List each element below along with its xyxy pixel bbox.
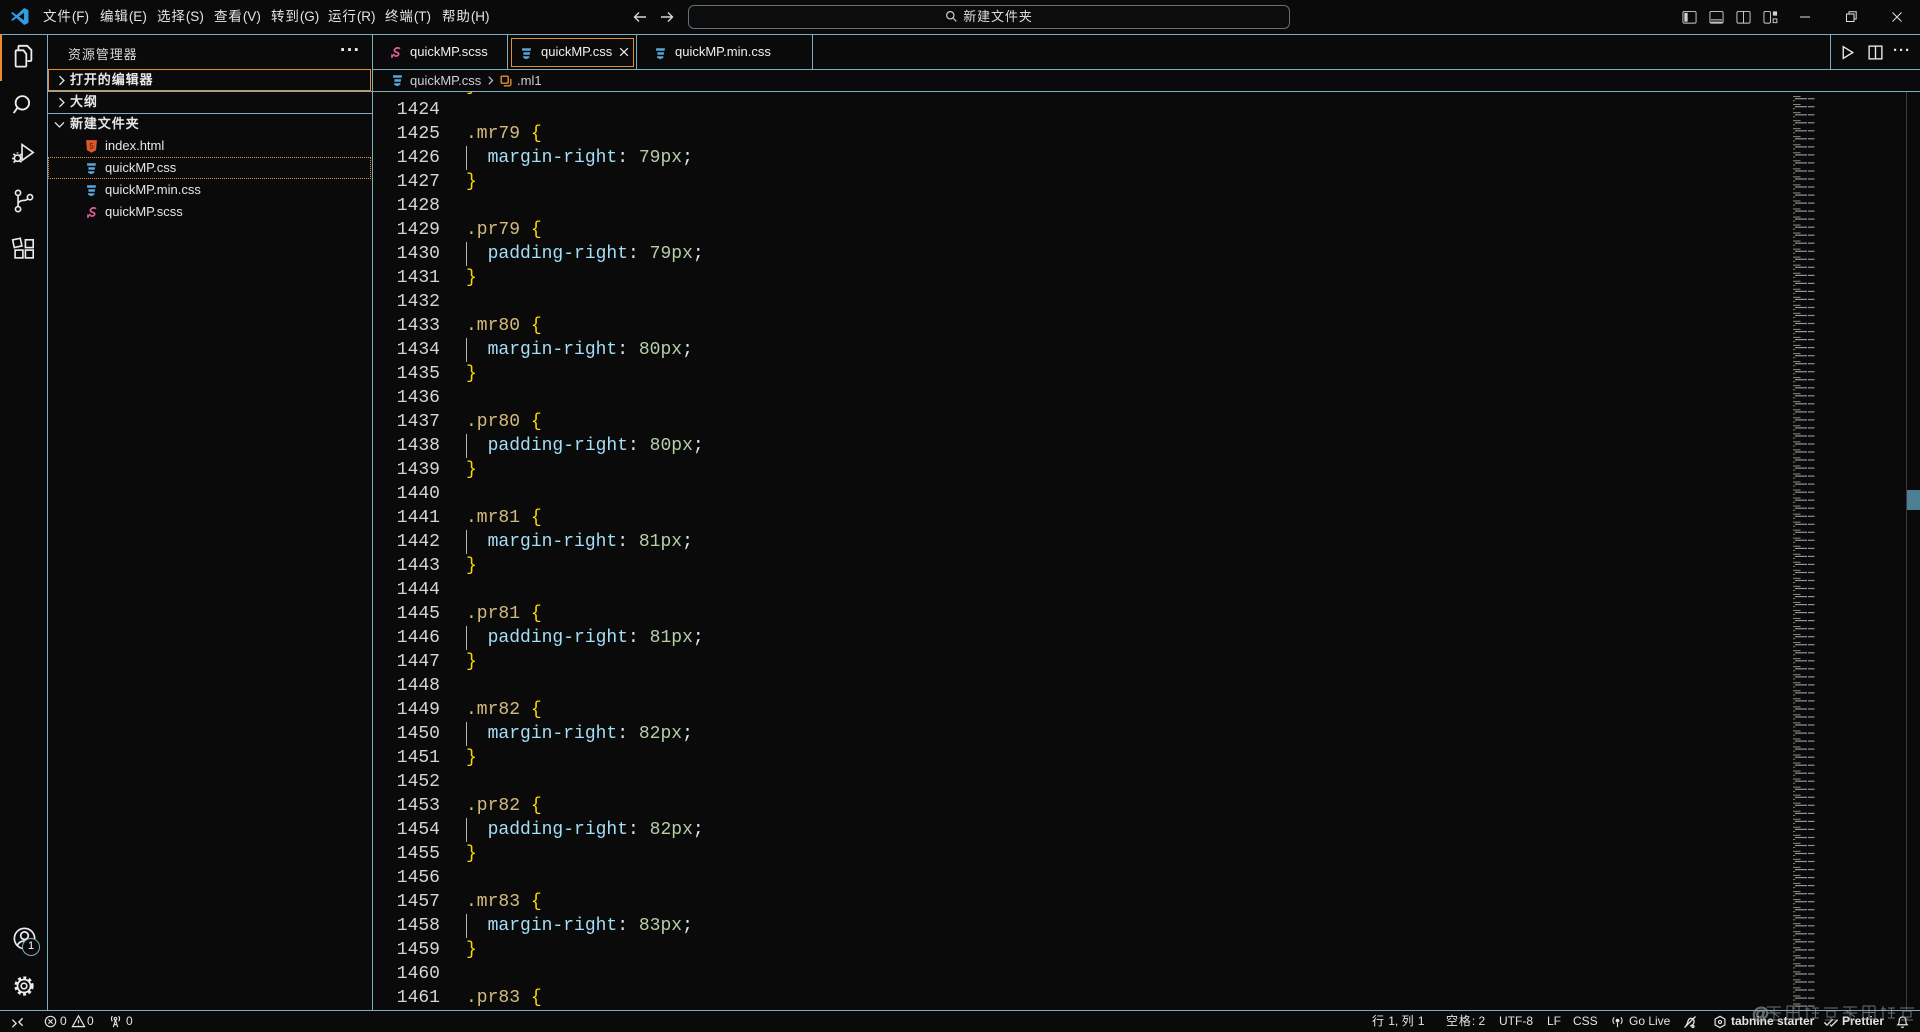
svg-text:5: 5 xyxy=(89,142,94,151)
svg-text:@: @ xyxy=(1752,1004,1769,1023)
